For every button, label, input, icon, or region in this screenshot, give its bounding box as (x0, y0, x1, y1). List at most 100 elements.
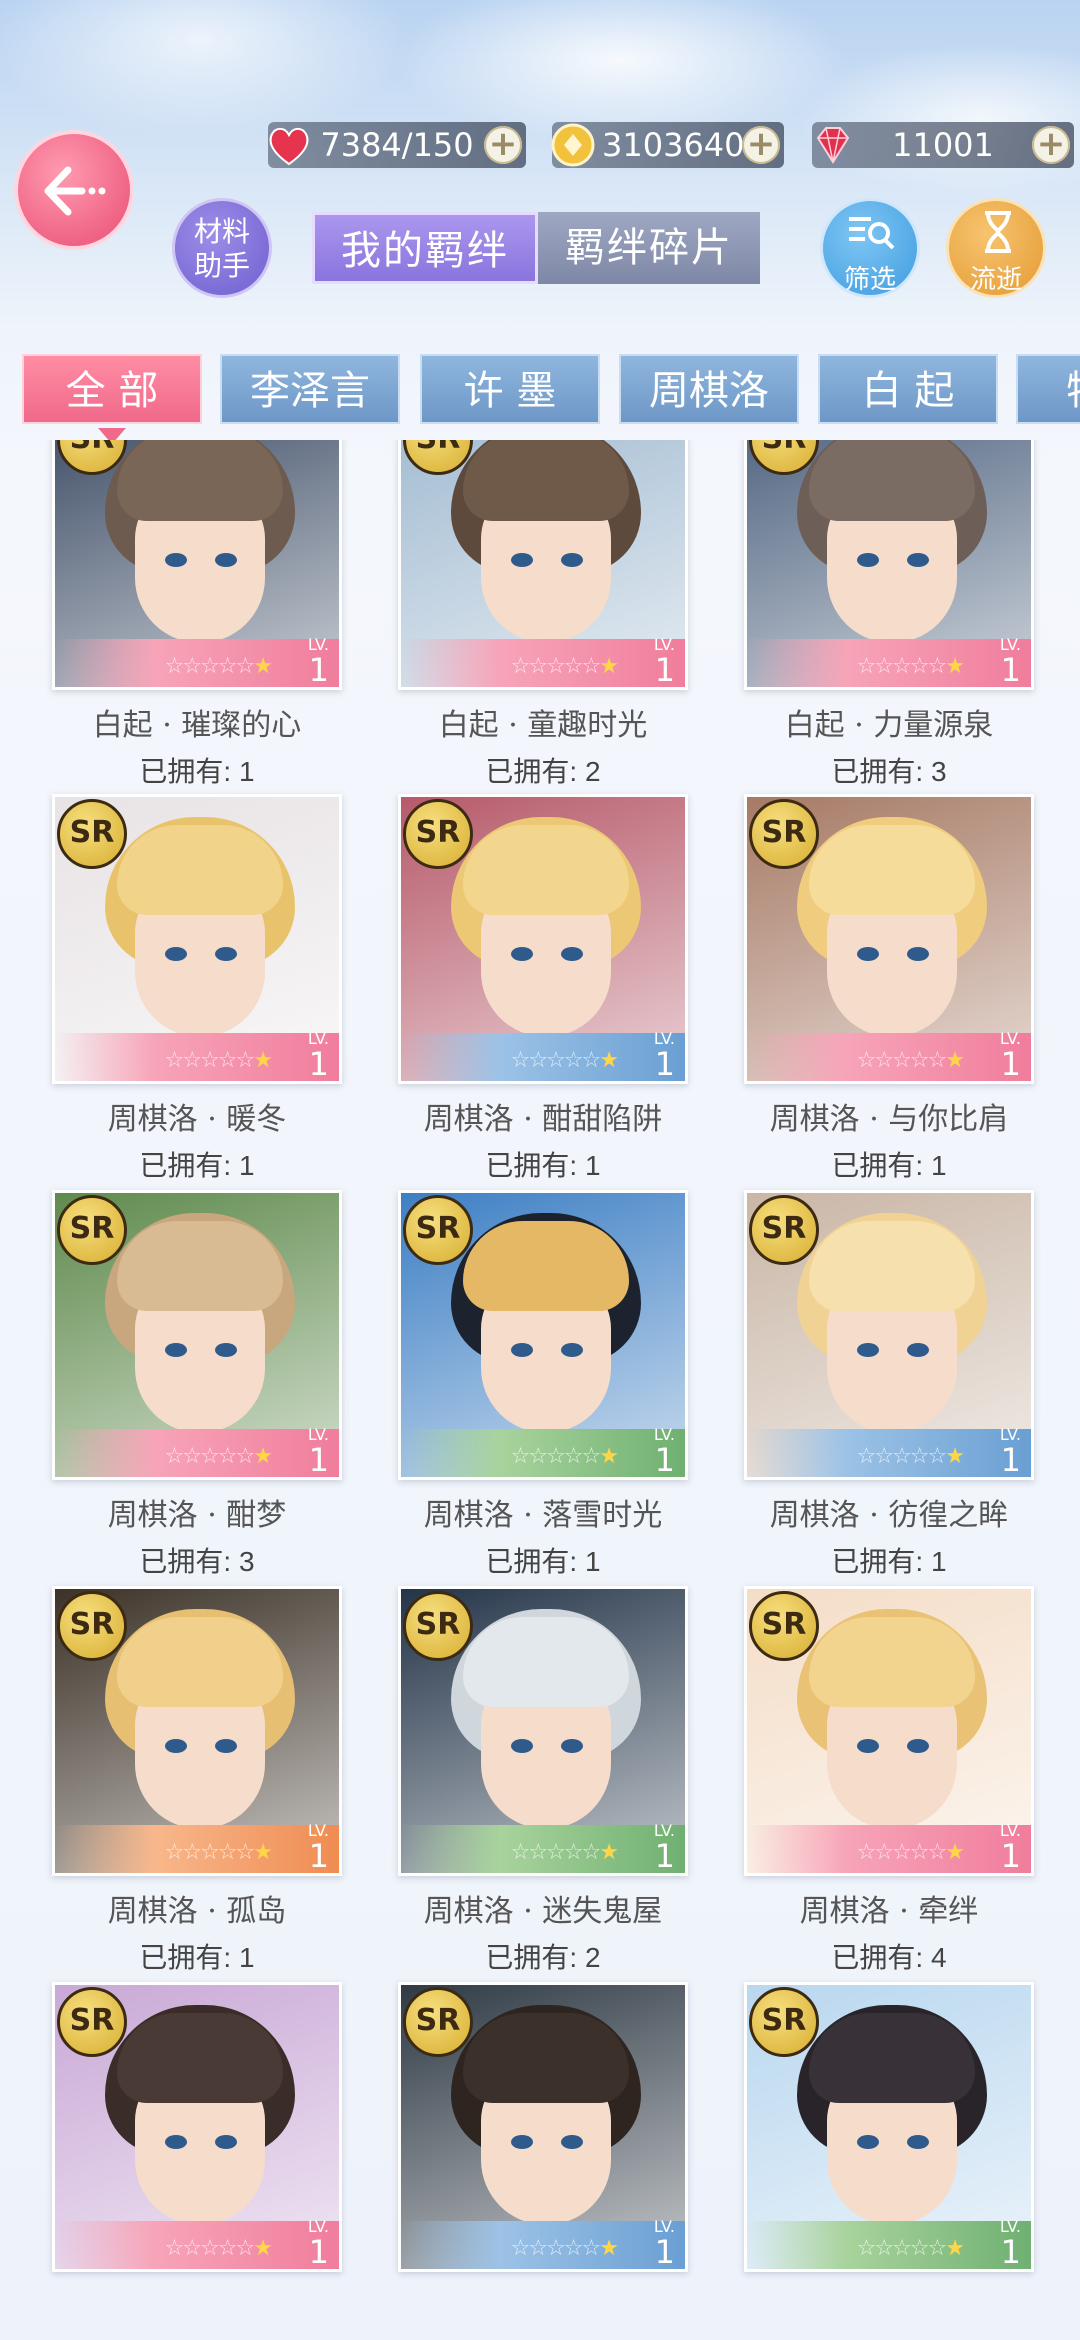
bond-card[interactable]: SR ☆☆☆☆☆★ LV. 1 周棋洛 · 牵绊 已拥有: 4 (744, 1586, 1034, 1976)
portrait-fringe (117, 440, 283, 521)
card-owned-count: 已拥有: 3 (831, 756, 947, 787)
level-indicator: LV. 1 (654, 1821, 675, 1872)
add-diamond-button[interactable]: + (1032, 126, 1070, 164)
bond-card[interactable]: SR ☆☆☆☆☆★ LV. 1 周棋洛 · 暖冬 已拥有: 1 (52, 794, 342, 1184)
level-value: 1 (308, 651, 329, 689)
stamina-counter: 7384/150 + (268, 122, 526, 168)
star-rating: ☆☆☆☆☆★ (164, 1048, 273, 1073)
portrait-eye (907, 2135, 929, 2149)
back-arrow-icon (44, 166, 106, 216)
tab-all[interactable]: 全 部 (22, 354, 202, 424)
tab-bond-fragments[interactable]: 羁绊碎片 (538, 212, 760, 284)
level-value: 1 (1000, 1837, 1021, 1875)
portrait-eye (857, 1739, 879, 1753)
tab-special[interactable]: 特别 (1016, 354, 1080, 424)
tab-bond-fragments-label: 羁绊碎片 (565, 225, 733, 271)
filter-button[interactable]: 筛选 (820, 198, 920, 298)
bond-card[interactable]: SR ☆☆☆☆☆★ LV. 1 周棋洛 · 与你比肩 已拥有: 1 (744, 794, 1034, 1184)
gold-counter: 3103640 + (551, 122, 784, 168)
portrait-eye (857, 553, 879, 567)
portrait-eye (165, 1739, 187, 1753)
level-indicator: LV. 1 (1000, 635, 1021, 686)
tab-bai-qi[interactable]: 白 起 (818, 354, 998, 424)
filter-icon (849, 217, 895, 250)
rarity-badge: SR (57, 799, 127, 869)
rarity-badge: SR (403, 1591, 473, 1661)
bond-card[interactable]: SR ☆☆☆☆☆★ LV. 1 白起 · 童趣时光 已拥有: 2 (398, 440, 688, 790)
level-indicator: LV. 1 (654, 635, 675, 689)
category-tabs: 全 部 李泽言 许 墨 周棋洛 白 起 特别 (22, 354, 1080, 426)
card-owned-count: 已拥有: 1 (831, 1150, 947, 1181)
back-button[interactable] (14, 130, 134, 250)
rarity-badge: SR (749, 1987, 819, 2057)
card-name: 周棋洛 · 酣梦 (107, 1498, 287, 1533)
rarity-badge: SR (403, 799, 473, 869)
bond-card[interactable]: SR ☆☆☆☆☆★ LV. 1 周棋洛 · 落雪时光 已拥有: 1 (398, 1190, 688, 1580)
tab-xu-mo[interactable]: 许 墨 (420, 354, 600, 424)
star-rating: ☆☆☆☆☆★ (856, 2236, 965, 2261)
add-stamina-button[interactable]: + (484, 126, 522, 164)
card-name: 周棋洛 · 与你比肩 (769, 1102, 1009, 1137)
portrait-eye (561, 553, 583, 567)
star-rating: ☆☆☆☆☆★ (856, 1048, 965, 1073)
level-indicator: LV. 1 (308, 1425, 329, 1476)
bond-card[interactable]: SR ☆☆☆☆☆★ LV. 1 周棋洛 · 孤岛 已拥有: 1 (52, 1586, 342, 1976)
portrait-fringe (463, 1221, 629, 1311)
star-rating: ☆☆☆☆☆★ (164, 654, 273, 679)
card-name: 周棋洛 · 酣甜陷阱 (423, 1102, 663, 1137)
portrait-fringe (463, 2013, 629, 2103)
portrait-fringe (117, 1221, 283, 1311)
level-indicator: LV. 1 (308, 2217, 329, 2268)
rarity-badge: SR (749, 799, 819, 869)
level-value: 1 (654, 1045, 675, 1083)
bond-card[interactable]: SR ☆☆☆☆☆★ LV. 1 (52, 1982, 342, 2282)
tab-li-zeyan[interactable]: 李泽言 (220, 354, 400, 424)
stamina-value: 7384/150 (320, 126, 474, 164)
material-helper-button[interactable]: 材料 助手 (172, 198, 272, 298)
heart-icon (269, 127, 309, 166)
card-portrait: SR ☆☆☆☆☆★ LV. 1 (52, 440, 342, 690)
bond-card[interactable]: SR ☆☆☆☆☆★ LV. 1 (744, 1982, 1034, 2282)
card-name: 周棋洛 · 彷徨之眸 (769, 1498, 1009, 1533)
portrait-eye (511, 1343, 533, 1357)
card-owned-count: 已拥有: 2 (485, 756, 601, 787)
portrait-eye (215, 947, 237, 961)
portrait-eye (165, 947, 187, 961)
portrait-fringe (117, 2013, 283, 2103)
rarity-badge: SR (403, 1195, 473, 1265)
card-owned-count: 已拥有: 1 (485, 1546, 601, 1577)
lapse-button[interactable]: 流逝 (946, 198, 1046, 298)
portrait-eye (561, 2135, 583, 2149)
card-owned-count: 已拥有: 1 (139, 1150, 255, 1181)
bond-card[interactable]: SR ☆☆☆☆☆★ LV. 1 周棋洛 · 酣梦 已拥有: 3 (52, 1190, 342, 1580)
card-owned-count: 已拥有: 1 (139, 756, 255, 787)
portrait-eye (561, 947, 583, 961)
card-portrait: SR ☆☆☆☆☆★ LV. 1 (398, 440, 688, 690)
star-rating: ☆☆☆☆☆★ (856, 1444, 965, 1469)
gold-coin-icon (551, 123, 595, 167)
bond-card[interactable]: SR ☆☆☆☆☆★ LV. 1 白起 · 璀璨的心 已拥有: 1 (52, 440, 342, 790)
card-portrait: SR ☆☆☆☆☆★ LV. 1 (744, 1190, 1034, 1480)
portrait-eye (561, 1739, 583, 1753)
bond-card[interactable]: SR ☆☆☆☆☆★ LV. 1 (398, 1982, 688, 2282)
portrait-fringe (463, 825, 629, 915)
level-indicator: LV. 1 (1000, 1029, 1021, 1080)
add-gold-button[interactable]: + (742, 126, 780, 164)
bond-card[interactable]: SR ☆☆☆☆☆★ LV. 1 白起 · 力量源泉 已拥有: 3 (744, 440, 1034, 790)
bond-card[interactable]: SR ☆☆☆☆☆★ LV. 1 周棋洛 · 酣甜陷阱 已拥有: 1 (398, 794, 688, 1184)
portrait-eye (165, 2135, 187, 2149)
portrait-eye (907, 1739, 929, 1753)
card-owned-count: 已拥有: 1 (831, 1546, 947, 1577)
diamond-icon (816, 127, 850, 164)
portrait-fringe (463, 1617, 629, 1707)
tab-my-bonds[interactable]: 我的羁绊 (312, 212, 538, 284)
star-rating: ☆☆☆☆☆★ (856, 654, 965, 679)
tab-zhou-qiluo[interactable]: 周棋洛 (619, 354, 799, 424)
card-portrait: SR ☆☆☆☆☆★ LV. 1 (398, 794, 688, 1084)
hourglass-icon (985, 211, 1011, 253)
bond-card[interactable]: SR ☆☆☆☆☆★ LV. 1 周棋洛 · 迷失鬼屋 已拥有: 2 (398, 1586, 688, 1976)
bond-card[interactable]: SR ☆☆☆☆☆★ LV. 1 周棋洛 · 彷徨之眸 已拥有: 1 (744, 1190, 1034, 1580)
portrait-fringe (463, 440, 629, 521)
star-rating: ☆☆☆☆☆★ (510, 1444, 619, 1469)
level-value: 1 (654, 651, 675, 689)
